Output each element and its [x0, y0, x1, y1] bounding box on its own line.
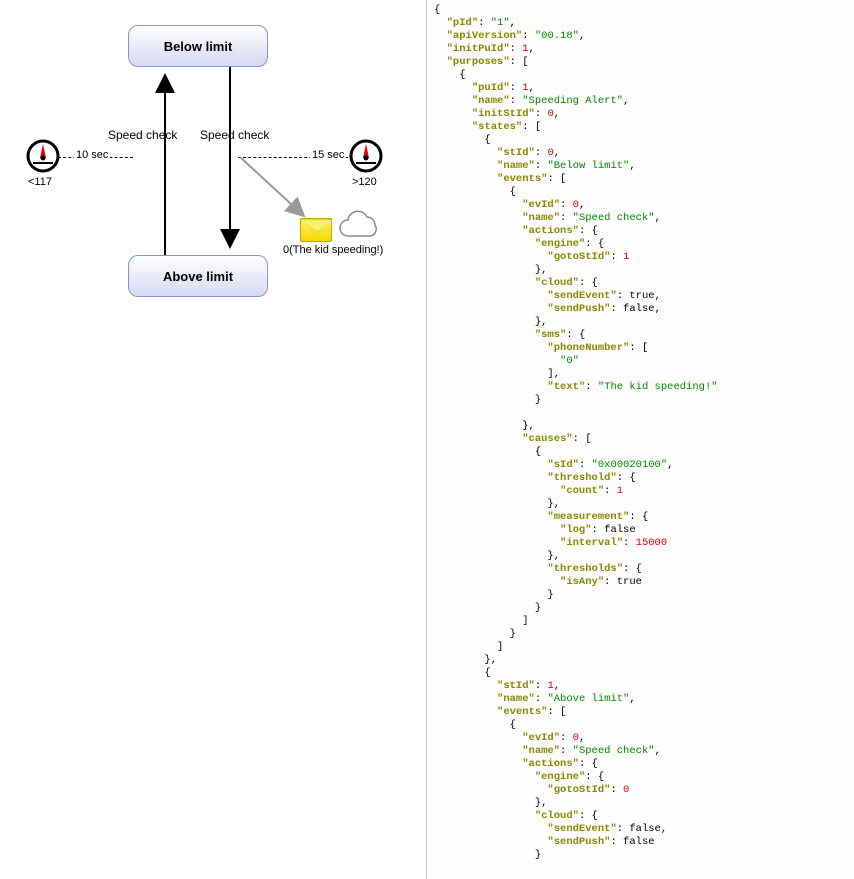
json-code-panel[interactable]: { "pId": "1", "apiVersion": "00.18", "in… [428, 0, 854, 879]
transition-arrows [0, 0, 427, 320]
message-caption: 0(The kid speeding!) [283, 244, 383, 256]
envelope-icon [300, 218, 332, 242]
cloud-icon [336, 208, 382, 249]
diagram-panel: Below limit Above limit <117 >120 10 sec… [0, 0, 427, 879]
